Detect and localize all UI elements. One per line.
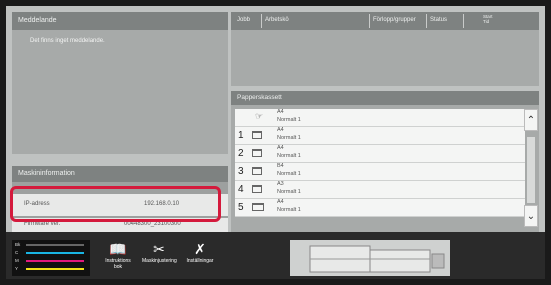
tray-row[interactable]: 1 A4 Normalt 1	[235, 127, 525, 145]
job-status-panel[interactable]: Jobb Arbetskö Förlopp/grupper Status Sta…	[231, 12, 539, 86]
tray-icon	[252, 167, 262, 175]
printer-icon	[309, 245, 445, 273]
tray-number: 2	[238, 148, 244, 159]
tray-icon	[252, 185, 262, 193]
chevron-down-icon: ⌄	[526, 211, 536, 222]
tray-row[interactable]: 2 A4 Normalt 1	[235, 145, 525, 163]
book-icon: 📖	[109, 241, 127, 257]
tray-row[interactable]: ☞ A4 Normalt 1	[235, 109, 525, 127]
progress-header: Förlopp/grupper	[373, 17, 416, 23]
tray-number: 4	[238, 184, 244, 195]
tray-number: 1	[238, 130, 244, 141]
scrollbar-track[interactable]	[527, 137, 535, 203]
toner-bar-c	[26, 252, 84, 254]
toner-indicator[interactable]: Bk C M Y	[12, 240, 90, 276]
tools-icon: ✂	[153, 241, 165, 257]
paper-tray-panel: Papperskassett ☞ A4 Normalt 1 1 A4 Norma…	[231, 91, 539, 239]
tray-row[interactable]: 4 A3 Normalt 1	[235, 181, 525, 199]
ip-address-highlight	[10, 186, 221, 222]
tray-number: 5	[238, 202, 244, 213]
machine-adjust-button[interactable]: ✂ Maskinjustering	[142, 240, 177, 278]
message-panel-title: Meddelande	[12, 12, 228, 30]
work-queue-header: Arbetskö	[265, 17, 289, 23]
instruction-book-button[interactable]: 📖 Instruktions bok	[101, 240, 135, 278]
job-header: Jobb	[237, 17, 251, 23]
bypass-tray-icon: ☞	[255, 111, 264, 121]
status-header: Status	[430, 17, 448, 23]
tray-number: 3	[238, 166, 244, 177]
tray-icon	[252, 149, 262, 157]
machine-info-title: Maskininformation	[12, 166, 228, 182]
tray-icon	[252, 203, 264, 211]
wrench-icon: ✗	[194, 241, 206, 257]
toner-bar-y	[26, 268, 84, 270]
tray-row[interactable]: 5 A4 Normalt 1	[235, 199, 525, 217]
tray-row[interactable]: 3 B4 Normalt 1	[235, 163, 525, 181]
toner-bar-bk	[26, 244, 84, 246]
settings-button[interactable]: ✗ Inställningar	[183, 240, 217, 278]
job-list-header: Jobb Arbetskö Förlopp/grupper Status Sta…	[231, 12, 539, 30]
scroll-up-button[interactable]: ⌃	[524, 109, 538, 131]
start-time-header: Start Tid	[483, 14, 493, 24]
paper-tray-title: Papperskassett	[231, 91, 539, 105]
message-text: Det finns inget meddelande.	[30, 38, 105, 44]
tray-icon	[252, 131, 262, 139]
toner-bar-m	[26, 260, 84, 262]
scroll-down-button[interactable]: ⌄	[524, 205, 538, 227]
printer-status-illustration[interactable]	[290, 240, 450, 276]
chevron-up-icon: ⌃	[526, 115, 536, 126]
message-panel: Meddelande Det finns inget meddelande.	[12, 12, 228, 154]
